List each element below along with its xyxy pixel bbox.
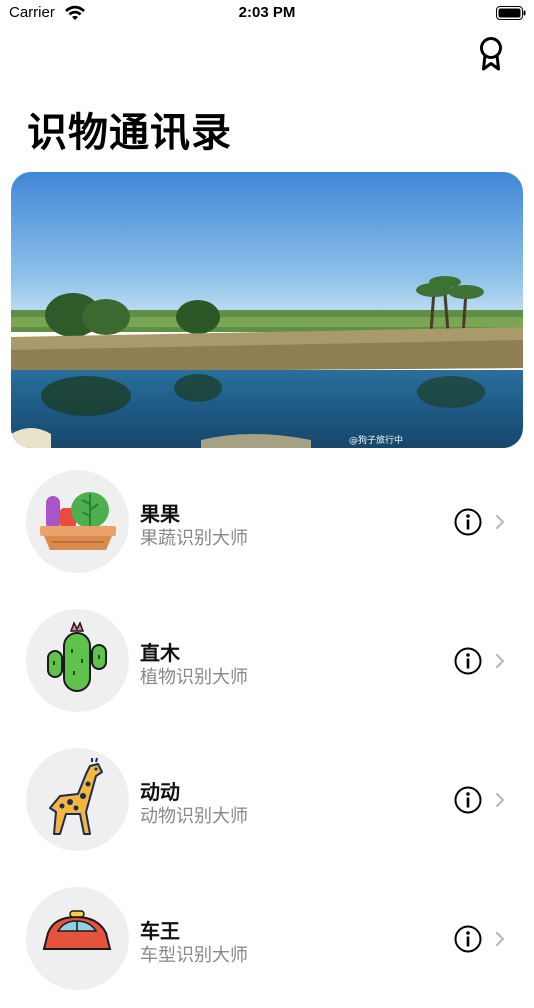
row-title: 动动: [140, 780, 180, 804]
row-title: 果果: [140, 502, 180, 526]
avatar: [26, 887, 129, 990]
list-item-plants[interactable]: 直木 植物识别大师: [0, 591, 534, 730]
row-subtitle: 果蔬识别大师: [140, 528, 248, 549]
chevron-right-icon: [495, 653, 505, 669]
award-badge-icon[interactable]: [476, 36, 506, 72]
row-subtitle: 动物识别大师: [140, 806, 248, 827]
chevron-right-icon: [495, 931, 505, 947]
status-bar: Carrier 2:03 PM: [0, 0, 534, 28]
avatar: [26, 748, 129, 851]
banner-watermark: @狗子旅行中: [348, 436, 403, 446]
info-icon[interactable]: [454, 508, 482, 536]
cactus-icon: [47, 621, 107, 692]
car-icon: [42, 910, 112, 950]
vegetable-basket-icon: [40, 492, 116, 550]
giraffe-icon: [49, 757, 103, 835]
clock: 2:03 PM: [238, 4, 296, 21]
row-title: 直木: [140, 641, 180, 665]
row-subtitle: 车型识别大师: [140, 945, 248, 966]
row-title: 车王: [140, 919, 180, 943]
list-item-animals[interactable]: 动动 动物识别大师: [0, 730, 534, 869]
list-item-fruits[interactable]: 果果 果蔬识别大师: [0, 452, 534, 591]
landscape-picture: [11, 172, 523, 448]
chevron-right-icon: [495, 792, 505, 808]
info-icon[interactable]: [454, 925, 482, 953]
info-icon[interactable]: [454, 786, 482, 814]
banner-image[interactable]: @狗子旅行中: [11, 172, 523, 448]
row-subtitle: 植物识别大师: [140, 667, 248, 688]
avatar: [26, 470, 129, 573]
avatar: [26, 609, 129, 712]
list-item-cars[interactable]: 车王 车型识别大师: [0, 869, 534, 1008]
chevron-right-icon: [495, 514, 505, 530]
page-title: 识物通讯录: [27, 110, 232, 156]
battery-icon: [496, 6, 526, 20]
info-icon[interactable]: [454, 647, 482, 675]
